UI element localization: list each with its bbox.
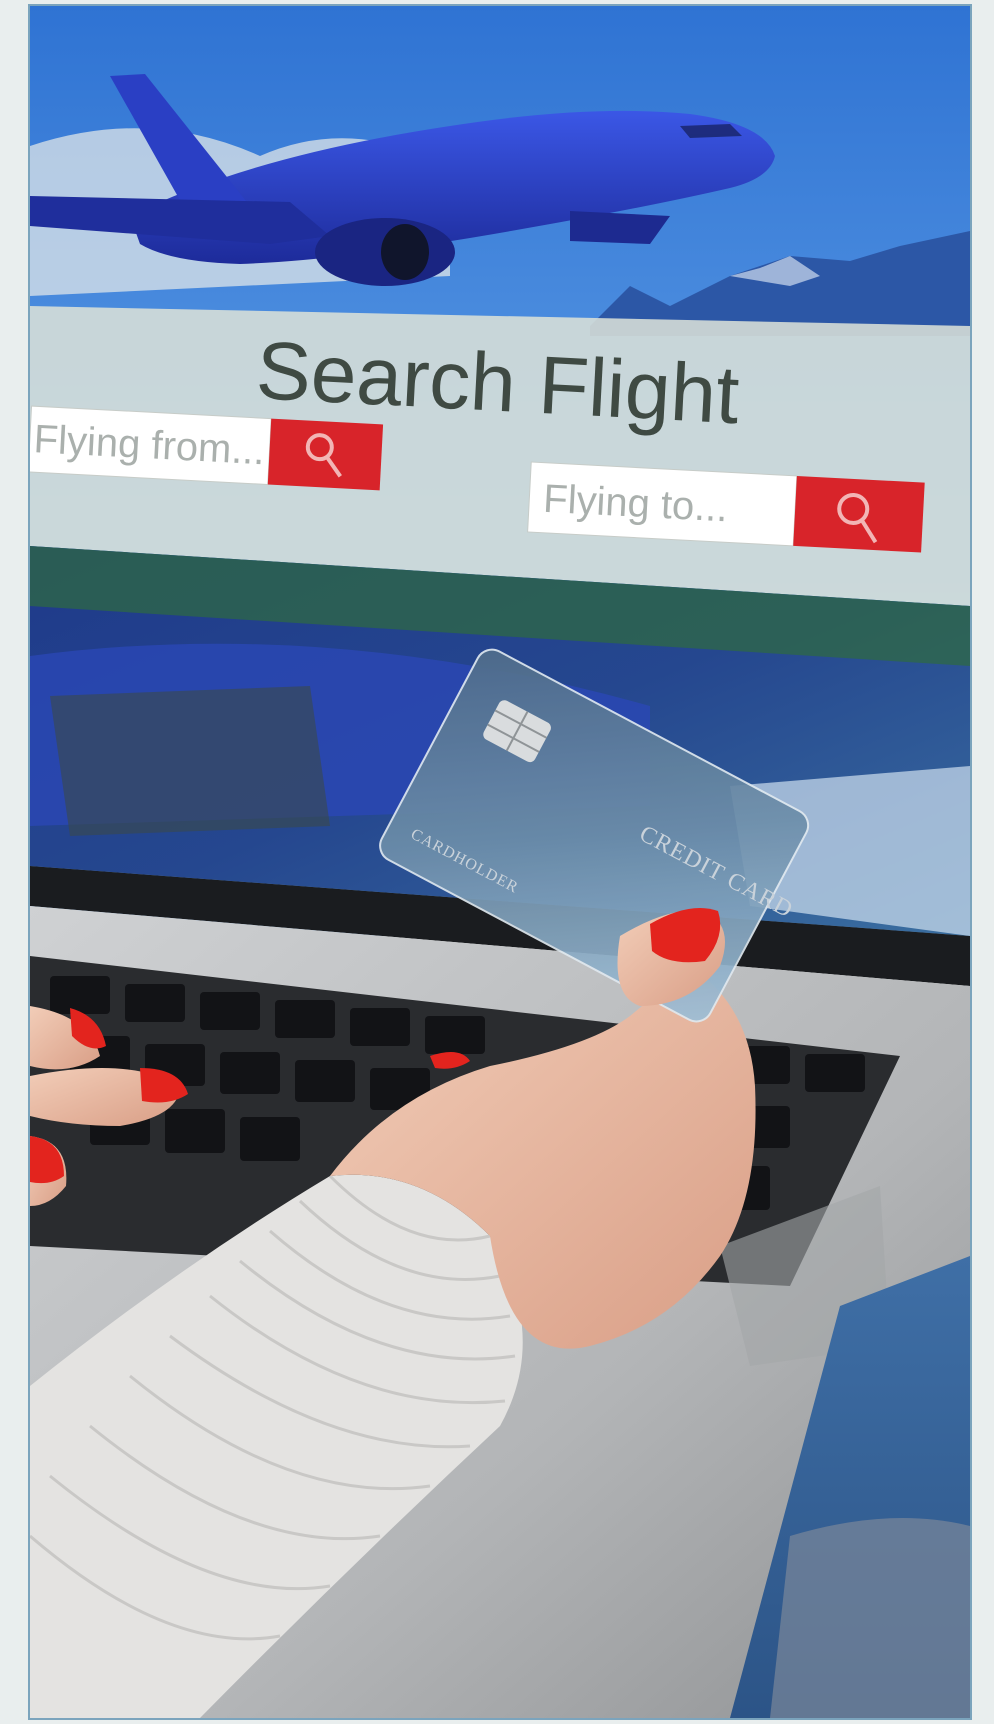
photo-scene: Search Flight Flying from... Flying to..… xyxy=(30,6,970,1718)
flying-to-search-button[interactable] xyxy=(793,475,925,553)
photo-frame: Search Flight Flying from... Flying to..… xyxy=(28,4,972,1720)
flying-from-search-button[interactable] xyxy=(267,418,384,491)
